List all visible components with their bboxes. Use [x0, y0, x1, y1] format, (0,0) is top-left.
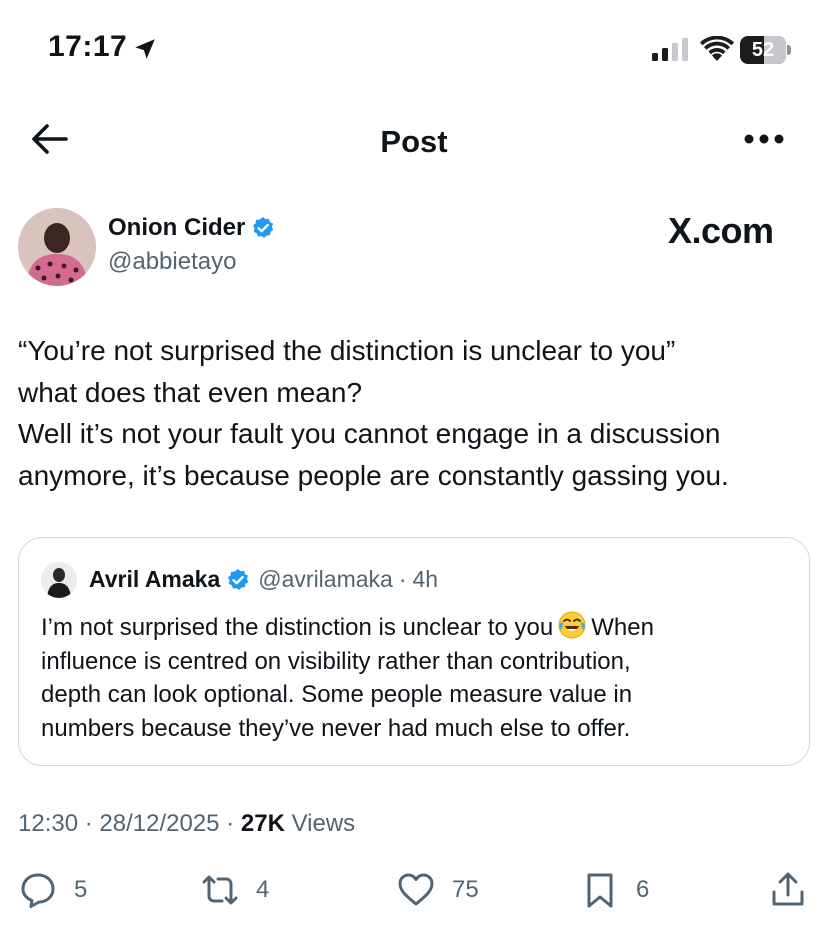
- reply-icon: [21, 873, 55, 908]
- more-options-icon[interactable]: [744, 132, 784, 146]
- tweet-line: “You’re not surprised the distinction is…: [18, 335, 676, 366]
- views-count: 27K: [240, 810, 285, 837]
- bookmark-icon: [587, 873, 613, 908]
- meta-separator: ·: [84, 810, 93, 837]
- bookmark-button[interactable]: 6: [580, 868, 649, 912]
- reply-button[interactable]: 5: [18, 868, 87, 912]
- face-with-tears-of-joy-icon: [558, 611, 586, 639]
- tweet-line: Well it’s not your fault you cannot enga…: [18, 418, 721, 449]
- post-date: 28/12/2025: [99, 810, 220, 837]
- battery-level: 52: [751, 39, 775, 61]
- author-name[interactable]: Onion Cider: [108, 214, 245, 242]
- bookmark-count: 6: [636, 876, 650, 903]
- location-arrow-icon: [135, 39, 155, 59]
- reply-count: 5: [74, 876, 88, 903]
- share-button[interactable]: [768, 868, 808, 912]
- quote-line: I’m not surprised the distinction is unc…: [41, 610, 801, 645]
- quote-line: influence is centred on visibility rathe…: [41, 647, 631, 675]
- tweet-body: “You’re not surprised the distinction is…: [18, 330, 808, 496]
- share-icon: [772, 872, 804, 906]
- post-time: 12:30: [18, 810, 79, 837]
- quote-line: numbers because they’ve never had much e…: [41, 714, 631, 742]
- repost-count: 4: [256, 876, 270, 903]
- header: Post: [0, 110, 828, 170]
- like-count: 75: [452, 876, 479, 903]
- page-title: Post: [380, 124, 448, 159]
- repost-icon: [202, 875, 238, 905]
- tweet-line: what does that even mean?: [18, 376, 363, 408]
- like-button[interactable]: 75: [396, 868, 479, 912]
- quoted-post-card[interactable]: Avril Amaka @avrilamaka · 4h I’m not sur…: [18, 537, 810, 766]
- author-handle[interactable]: @abbietayo: [108, 248, 236, 276]
- quote-line-text: I’m not surprised the distinction is unc…: [41, 614, 554, 641]
- verified-badge-icon: [253, 217, 274, 238]
- battery-tip: [787, 45, 791, 55]
- battery-indicator: 52: [740, 36, 792, 64]
- post-meta: 12:30 · 28/12/2025 · 27K Views: [18, 810, 355, 838]
- quote-header: Avril Amaka @avrilamaka · 4h: [89, 566, 438, 593]
- quote-author-avatar: [41, 562, 77, 598]
- quote-line-text: When: [591, 614, 654, 641]
- tweet-line: anymore, it’s because people are constan…: [18, 459, 729, 491]
- author-avatar[interactable]: [18, 208, 96, 286]
- meta-separator: ·: [226, 810, 235, 837]
- wifi-icon: [700, 36, 734, 61]
- battery-body: 52: [740, 36, 786, 64]
- quote-author-handle: @avrilamaka: [258, 566, 393, 592]
- status-bar: 17:17 52: [0, 0, 828, 100]
- status-time: 17:17: [48, 30, 128, 63]
- views-label: Views: [291, 810, 356, 837]
- verified-badge-icon: [228, 568, 249, 590]
- cellular-signal-icon: [652, 38, 688, 61]
- quote-timestamp: 4h: [412, 566, 439, 592]
- quote-author-name: Avril Amaka: [89, 566, 221, 592]
- repost-button[interactable]: 4: [200, 868, 269, 912]
- heart-icon: [398, 873, 434, 906]
- quote-line: depth can look optional. Some people mea…: [41, 681, 633, 708]
- author-name-row[interactable]: Onion Cider: [108, 214, 275, 242]
- quote-separator: ·: [398, 566, 407, 592]
- x-com-watermark: X.com: [668, 210, 774, 251]
- quote-body: I’m not surprised the distinction is unc…: [41, 610, 801, 745]
